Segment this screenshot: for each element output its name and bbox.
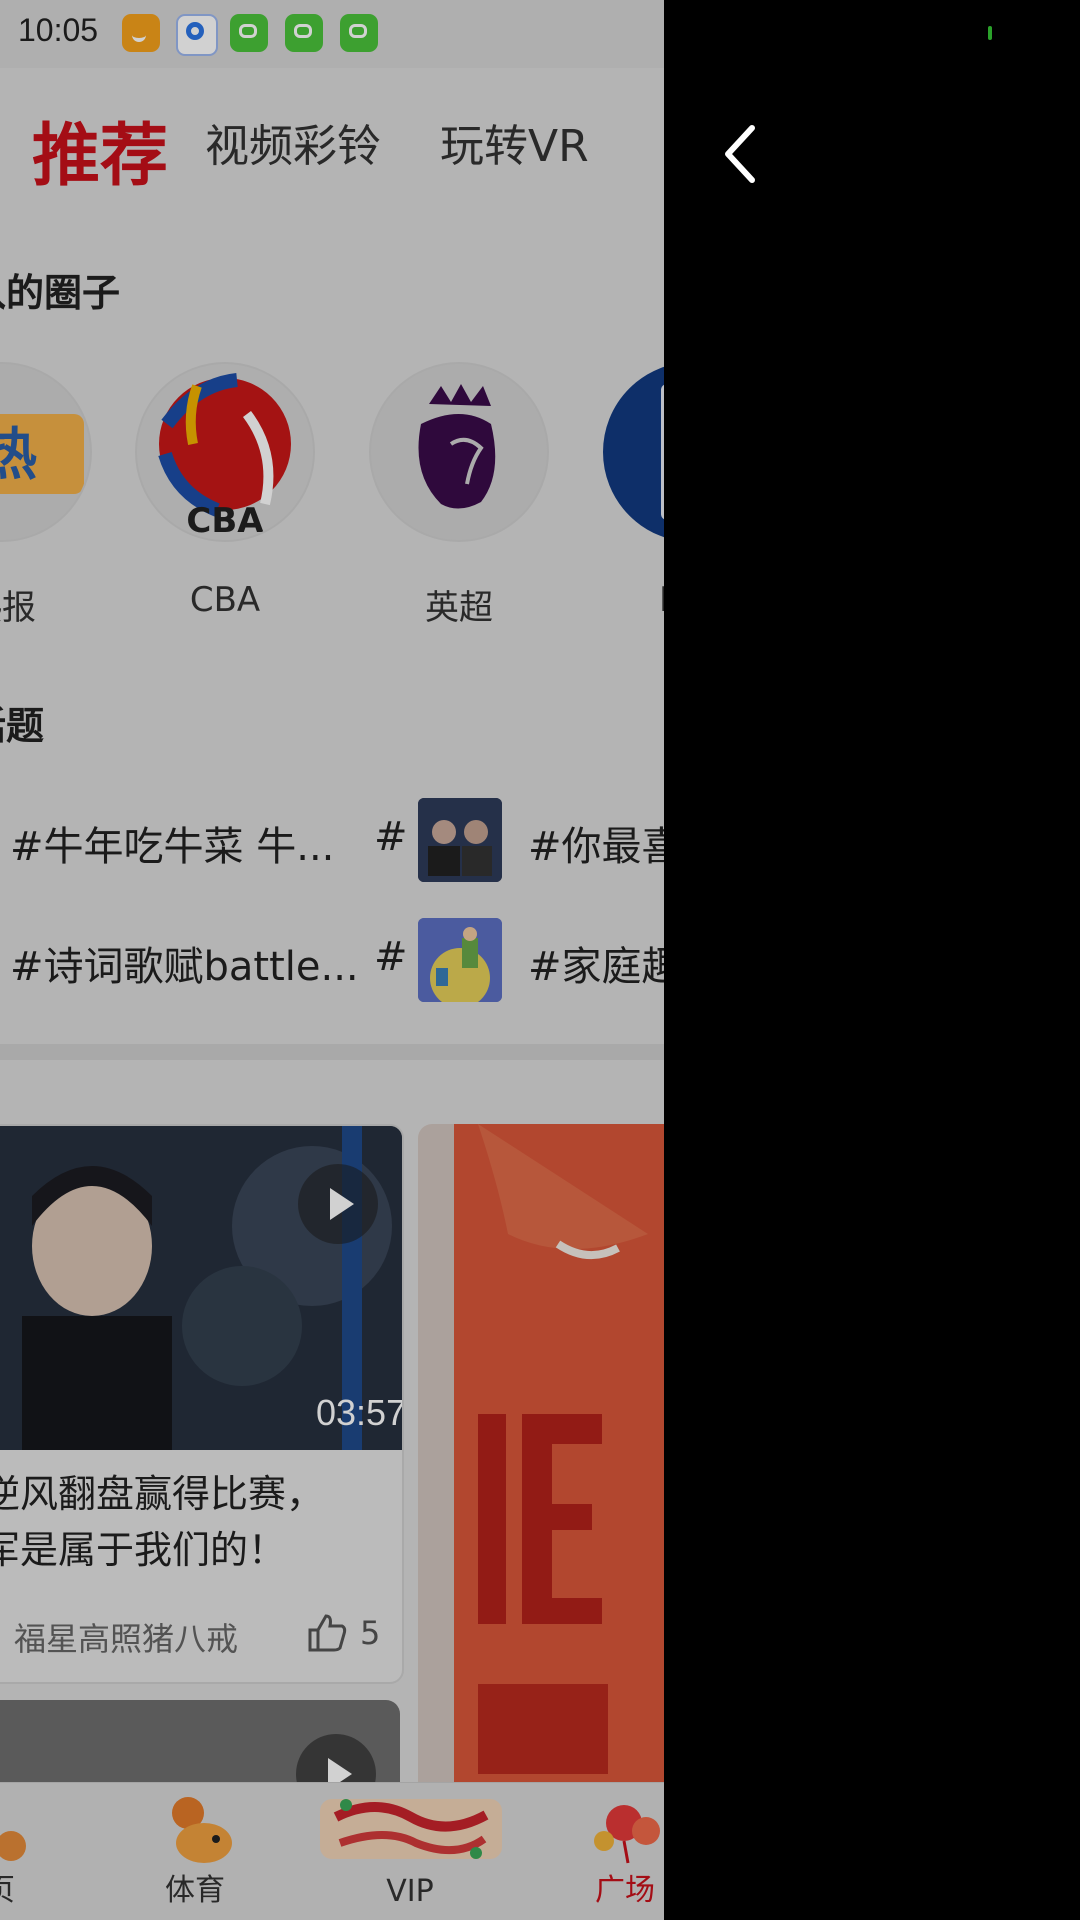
topic-item[interactable]: #诗词歌赋battle... xyxy=(10,934,359,992)
android-notification-icon xyxy=(230,14,268,52)
news-icon: 热 xyxy=(0,362,92,542)
nav-item-square[interactable]: 广场 xyxy=(580,1783,664,1920)
app-notification-icon xyxy=(122,14,160,52)
circle-item-news[interactable]: 热 热报 xyxy=(0,362,92,629)
nav-label: 广场 xyxy=(595,1873,655,1908)
android-notification-icon xyxy=(285,14,323,52)
circles-section-title: 入的圈子 xyxy=(0,271,121,315)
nav-item-home[interactable]: 页 xyxy=(0,1783,40,1920)
back-arrow-icon[interactable] xyxy=(718,124,770,184)
svg-text:CBA: CBA xyxy=(186,501,264,540)
like-count: 5 xyxy=(360,1614,381,1652)
nav-label: 页 xyxy=(0,1865,40,1909)
vip-dragon-phoenix-banner-icon xyxy=(316,1787,506,1873)
circle-label: CBA xyxy=(189,580,261,620)
play-button[interactable] xyxy=(298,1164,378,1244)
app-panel: 10:05 推荐 视频彩铃 玩转VR 入的圈子 热 热报 xyxy=(0,0,664,1920)
sports-icon xyxy=(164,1793,234,1869)
lucky-balloon-icon xyxy=(584,1797,664,1867)
circle-item-premier-league[interactable]: 英超 xyxy=(369,362,549,629)
topic-thumbnail xyxy=(418,798,502,882)
video-title-line: 逆风翻盘赢得比赛， xyxy=(0,1472,325,1516)
nav-label: 体育 xyxy=(165,1873,225,1908)
topic-item[interactable]: #家庭趣 xyxy=(528,934,664,992)
status-time: 10:05 xyxy=(18,12,99,48)
nba-logo-icon xyxy=(603,362,664,542)
topic-thumbnail xyxy=(418,918,502,1002)
signal-indicator-icon xyxy=(988,26,992,40)
status-bar: 10:05 xyxy=(0,0,664,68)
topic-item[interactable]: #你最喜 xyxy=(528,814,664,872)
video-title-line: 军是属于我们的！ xyxy=(0,1528,287,1572)
bottom-navigation: 页 体育 VIP xyxy=(0,1782,664,1920)
circle-label: 热报 xyxy=(0,588,36,628)
video-duration: 03:57 xyxy=(316,1392,404,1433)
nav-label: VIP xyxy=(386,1874,434,1909)
thumbs-up-icon[interactable] xyxy=(304,1610,348,1654)
section-divider xyxy=(0,1044,664,1060)
browser-notification-icon xyxy=(176,14,218,56)
video-thumbnail xyxy=(418,1124,664,1804)
topic-hash: # xyxy=(374,814,408,860)
circle-label: 英超 xyxy=(425,588,493,628)
android-notification-icon xyxy=(340,14,378,52)
svg-text:热: 热 xyxy=(0,423,37,488)
video-card[interactable] xyxy=(418,1124,664,1804)
top-tabs: 推荐 视频彩铃 玩转VR xyxy=(0,90,664,210)
topic-item[interactable]: #牛年吃牛菜 牛... xyxy=(10,814,334,872)
video-title: 逆风翻盘赢得比赛， 军是属于我们的！ xyxy=(0,1466,402,1578)
tab-vr[interactable]: 玩转VR xyxy=(440,110,589,174)
topic-hash: # xyxy=(374,934,408,980)
cba-logo-icon: CBA xyxy=(135,362,315,542)
circle-label: N xyxy=(603,580,664,620)
premier-league-lion-icon xyxy=(369,362,549,542)
nav-item-vip[interactable]: VIP xyxy=(310,1783,510,1920)
tab-video-ringtone[interactable]: 视频彩铃 xyxy=(205,110,381,174)
nav-item-sports[interactable]: 体育 xyxy=(140,1783,250,1920)
circle-item-nba[interactable]: N xyxy=(603,362,664,620)
tab-recommend[interactable]: 推荐 xyxy=(32,100,168,199)
video-author[interactable]: 福星高照猪八戒 xyxy=(14,1614,238,1660)
video-card[interactable]: 03:57 逆风翻盘赢得比赛， 军是属于我们的！ 福星高照猪八戒 5 xyxy=(0,1124,404,1684)
circle-item-cba[interactable]: CBA CBA xyxy=(135,362,315,620)
home-icon xyxy=(0,1831,26,1861)
topics-section-title: 话题 xyxy=(0,704,45,748)
